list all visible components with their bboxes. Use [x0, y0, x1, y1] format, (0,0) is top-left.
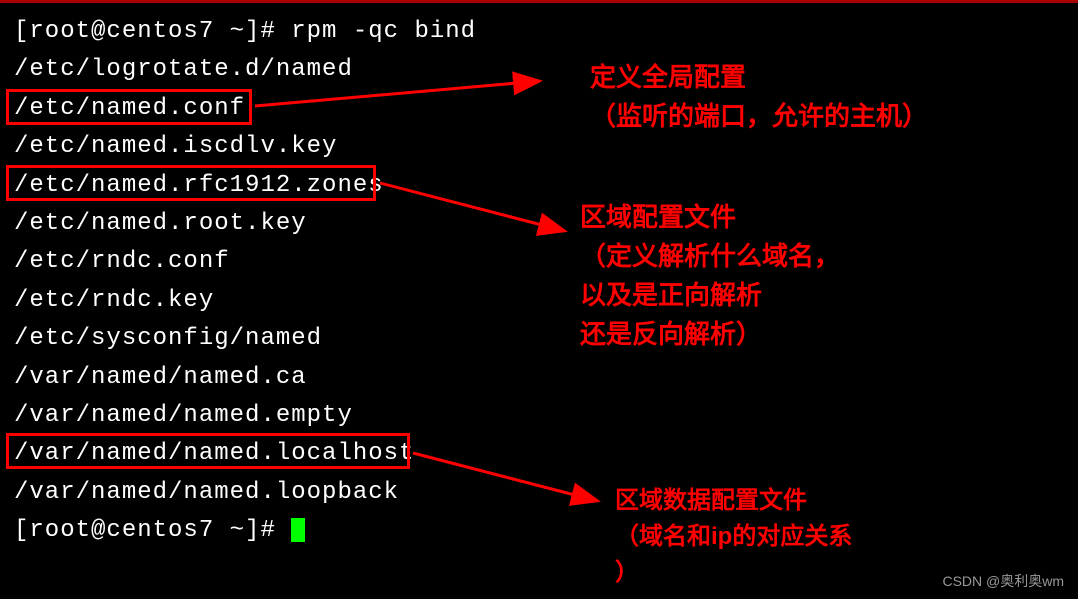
- annotation-text: 还是反向解析）: [580, 315, 840, 354]
- terminal-line: /var/named/named.ca: [14, 359, 1064, 397]
- terminal-prompt[interactable]: [root@centos7 ~]#: [14, 512, 1064, 550]
- terminal-line: /etc/rndc.conf: [14, 243, 1064, 281]
- annotation-text: 以及是正向解析: [580, 276, 840, 315]
- annotation-text: （域名和ip的对应关系: [615, 519, 852, 555]
- terminal-line: /var/named/named.loopback: [14, 474, 1064, 512]
- terminal-line: /etc/named.rfc1912.zones: [14, 167, 1064, 205]
- annotation-text: 区域配置文件: [580, 198, 840, 237]
- cursor-block: [291, 518, 305, 542]
- annotation-text: （监听的端口，允许的主机）: [590, 97, 928, 136]
- terminal-line: /var/named/named.empty: [14, 397, 1064, 435]
- terminal-line: /var/named/named.localhost: [14, 435, 1064, 473]
- annotation-zone-config: 区域配置文件 （定义解析什么域名， 以及是正向解析 还是反向解析）: [580, 198, 840, 354]
- terminal-line: /etc/named.root.key: [14, 205, 1064, 243]
- annotation-text: ）: [615, 555, 852, 591]
- annotation-text: 区域数据配置文件: [615, 483, 852, 519]
- terminal-line: /etc/sysconfig/named: [14, 320, 1064, 358]
- annotation-global-config: 定义全局配置 （监听的端口，允许的主机）: [590, 58, 928, 136]
- terminal-line: /etc/rndc.key: [14, 282, 1064, 320]
- annotation-text: （定义解析什么域名，: [580, 237, 840, 276]
- annotation-text: 定义全局配置: [590, 58, 928, 97]
- annotation-zone-data: 区域数据配置文件 （域名和ip的对应关系 ）: [615, 483, 852, 591]
- terminal-line: [root@centos7 ~]# rpm -qc bind: [14, 13, 1064, 51]
- watermark-text: CSDN @奥利奥wm: [942, 571, 1064, 591]
- prompt-text: [root@centos7 ~]#: [14, 517, 291, 544]
